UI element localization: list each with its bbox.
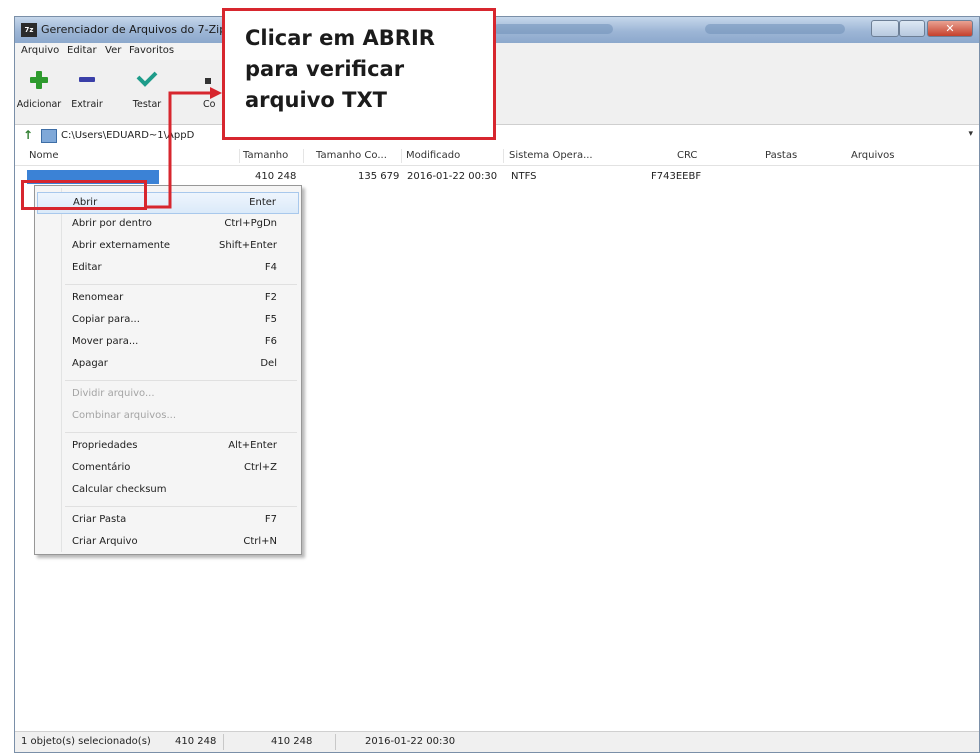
annotation-text: Clicar em ABRIR para verificar arquivo T…	[245, 26, 435, 112]
annotation-callout: Clicar em ABRIR para verificar arquivo T…	[222, 8, 496, 140]
